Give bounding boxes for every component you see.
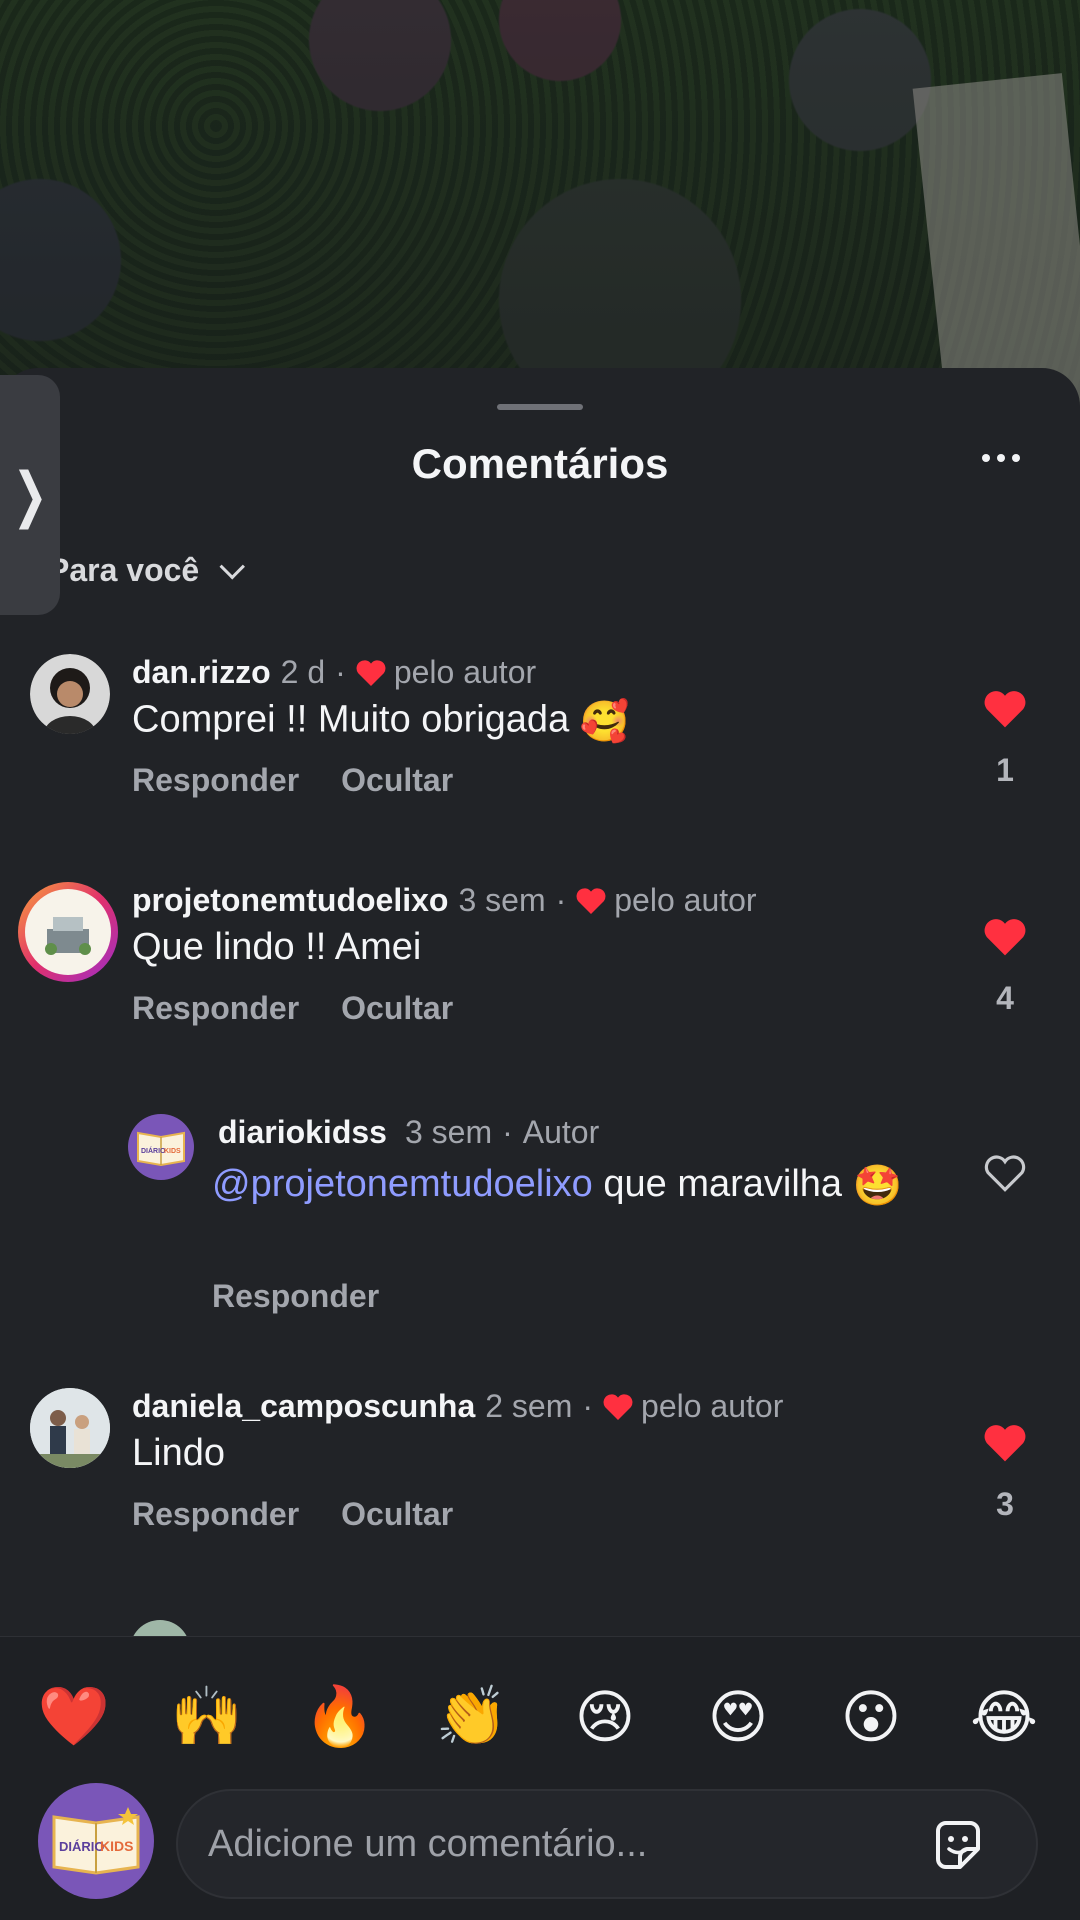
comment-emoji: 🤩 [852,1163,903,1208]
user-avatar-icon [30,1388,110,1468]
reply-button[interactable]: Responder [132,762,299,799]
like-count: 3 [996,1486,1014,1522]
comment-item: dan.rizzo 2 d · pelo autor Comprei !! Mu… [0,654,1080,834]
comment-actions: Responder Ocultar [132,762,453,799]
heart-filled-icon [984,1425,1026,1462]
diario-kids-logo-icon: DIÁRIO KIDS [137,1131,185,1167]
svg-text:DIÁRIO: DIÁRIO [141,1146,166,1155]
heart-icon [576,887,606,914]
author-tag: Autor [522,1114,600,1150]
comment-item: daniela_camposcunha 2 sem · pelo autor L… [0,1388,1080,1568]
sheet-title: Comentários [411,440,669,487]
sort-dropdown[interactable]: Para você [48,552,246,589]
more-dot-icon [982,454,990,462]
reply-button[interactable]: Responder [212,1278,379,1315]
liked-by-author-label: pelo autor [614,882,757,918]
diario-kids-logo-icon: DIÁRIO KIDS [52,1807,140,1875]
comment-text-content: que maravilha [603,1163,843,1205]
chevron-down-icon [219,553,246,579]
hide-button[interactable]: Ocultar [341,762,453,799]
comment-username[interactable]: dan.rizzo [132,654,271,691]
comment-time: 3 sem [404,1114,493,1150]
reply-button[interactable]: Responder [132,1496,299,1533]
meta-separator: · [502,1114,513,1150]
meta-separator: · [335,654,346,690]
comment-text: Comprei !! Muito obrigada 🥰 [132,698,630,745]
more-options-button[interactable] [982,454,1020,462]
comment-meta: daniela_camposcunha 2 sem · pelo autor [132,1388,783,1425]
profile-logo-icon [25,889,111,975]
comment-username[interactable]: projetonemtudoelixo [132,882,448,919]
heart-filled-icon [984,691,1026,728]
reply-button[interactable]: Responder [132,990,299,1027]
heart-icon [356,659,386,686]
comment-time: 2 d [280,654,326,690]
comment-meta: dan.rizzo 2 d · pelo autor [132,654,536,691]
user-avatar-icon [30,654,110,734]
comment-username[interactable]: diariokidss [218,1114,387,1151]
comment-item: projetonemtudoelixo 3 sem · pelo autor Q… [0,882,1080,1062]
sort-label: Para você [48,552,200,588]
hide-button[interactable]: Ocultar [341,1496,453,1533]
heart-icon [603,1393,633,1420]
chevron-right-icon: ❯ [12,461,48,528]
meta-separator: · [582,1388,594,1424]
reply-item: DIÁRIO KIDS diariokidss 3 sem · Autor @p… [0,1114,1080,1334]
logo-word-diario: DIÁRIO [59,1839,105,1854]
side-expand-handle[interactable]: ❯ [0,375,60,615]
comment-text-content: Comprei !! Muito obrigada [132,698,570,741]
sheet-grabber[interactable] [497,404,583,410]
composer-avatar: DIÁRIO KIDS [38,1783,154,1899]
comment-username[interactable]: daniela_camposcunha [132,1388,475,1425]
comment-actions: Responder Ocultar [132,990,453,1027]
reaction-heart[interactable]: ❤️ [34,1677,114,1757]
meta-separator: · [555,882,567,918]
comment-composer-bar: ❤️ 🙌 🔥 👏 😢 😍 😮 😂 DIÁRIO KIDS Adicione um… [0,1637,1080,1920]
reaction-heart-eyes[interactable]: 😍 [698,1677,778,1757]
like-count: 4 [996,980,1014,1016]
reaction-fire[interactable]: 🔥 [300,1677,380,1757]
reaction-surprised[interactable]: 😮 [831,1677,911,1757]
heart-outline-icon [984,1155,1026,1192]
comment-actions: Responder [212,1278,379,1315]
reaction-raised-hands[interactable]: 🙌 [167,1677,247,1757]
reaction-laughing[interactable]: 😂 [964,1677,1044,1757]
comment-text: Lindo [132,1432,225,1474]
reaction-clap[interactable]: 👏 [432,1677,512,1757]
comment-actions: Responder Ocultar [132,1496,453,1533]
sticker-icon[interactable] [928,1815,988,1875]
like-button[interactable]: 4 [980,918,1030,1017]
mention-link[interactable]: @projetonemtudoelixo [212,1163,593,1205]
avatar[interactable] [30,1388,110,1468]
heart-filled-icon [984,919,1026,956]
like-button[interactable]: 1 [980,690,1030,789]
avatar[interactable] [30,654,110,734]
logo-word-kids: KIDS [100,1838,133,1854]
reaction-crying[interactable]: 😢 [565,1677,645,1757]
avatar[interactable] [18,882,118,982]
comment-emoji: 🥰 [579,700,630,744]
comment-text: Que lindo !! Amei [132,926,422,968]
avatar[interactable]: DIÁRIO KIDS [128,1114,194,1180]
comment-time: 2 sem [485,1388,573,1424]
hide-button[interactable]: Ocultar [341,990,453,1027]
liked-by-author-label: pelo autor [641,1388,784,1424]
quick-reactions: ❤️ 🙌 🔥 👏 😢 😍 😮 😂 [0,1677,1080,1757]
more-dot-icon [997,454,1005,462]
comment-input[interactable]: Adicione um comentário... [176,1789,1038,1899]
comment-meta: projetonemtudoelixo 3 sem · pelo autor [132,882,757,919]
comment-input-placeholder: Adicione um comentário... [208,1822,648,1865]
comment-meta: diariokidss 3 sem · Autor [218,1114,599,1151]
svg-text:KIDS: KIDS [164,1148,181,1155]
liked-by-author-label: pelo autor [393,654,537,690]
like-count: 1 [996,752,1014,788]
like-button[interactable] [980,1154,1030,1192]
background-photo [0,0,1080,420]
comment-time: 3 sem [458,882,546,918]
more-dot-icon [1012,454,1020,462]
like-button[interactable]: 3 [980,1424,1030,1523]
comment-text: @projetonemtudoelixo que maravilha 🤩 [212,1160,932,1210]
